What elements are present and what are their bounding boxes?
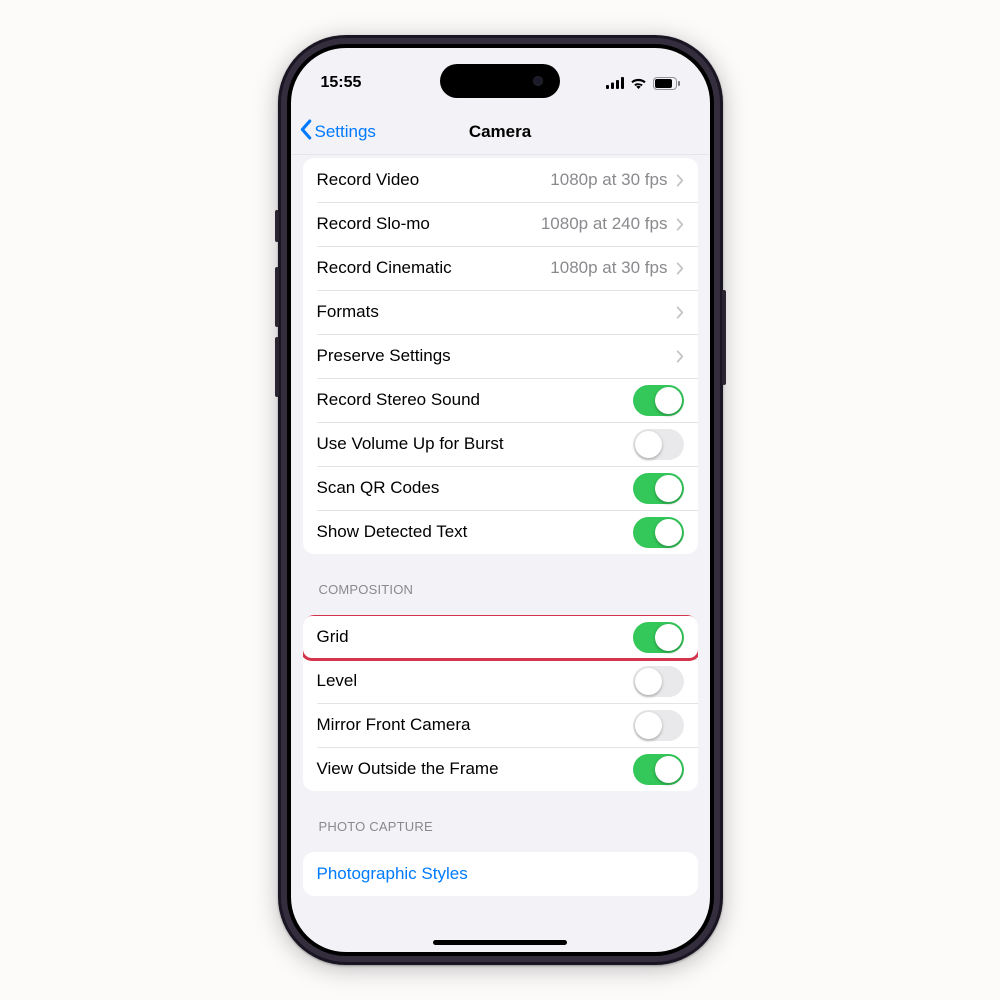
row-label: Use Volume Up for Burst <box>317 434 633 454</box>
toggle-grid[interactable] <box>633 622 684 653</box>
row-label: Grid <box>317 627 633 647</box>
row-label: Formats <box>317 302 676 322</box>
back-label: Settings <box>315 122 376 142</box>
row-label: View Outside the Frame <box>317 759 633 779</box>
row-label: Record Stereo Sound <box>317 390 633 410</box>
screen: 15:55 <box>291 48 710 952</box>
row-value: 1080p at 30 fps <box>550 258 667 278</box>
row-label: Record Video <box>317 170 551 190</box>
battery-icon <box>653 77 680 90</box>
row-level[interactable]: Level <box>303 659 698 703</box>
row-value: 1080p at 30 fps <box>550 170 667 190</box>
chevron-right-icon <box>676 174 684 187</box>
status-time: 15:55 <box>321 74 362 92</box>
section-header: COMPOSITION <box>319 582 682 597</box>
cellular-icon <box>606 77 624 89</box>
toggle-volume-up-burst[interactable] <box>633 429 684 460</box>
row-record-video[interactable]: Record Video1080p at 30 fps <box>303 158 698 202</box>
chevron-right-icon <box>676 218 684 231</box>
toggle-mirror-front-camera[interactable] <box>633 710 684 741</box>
volume-up-button[interactable] <box>275 267 279 327</box>
volume-down-button[interactable] <box>275 337 279 397</box>
back-button[interactable]: Settings <box>291 119 376 145</box>
settings-group: Record Video1080p at 30 fpsRecord Slo-mo… <box>303 158 698 554</box>
home-indicator[interactable] <box>433 940 567 945</box>
power-button[interactable] <box>722 290 726 385</box>
phone-frame: 15:55 <box>278 35 723 965</box>
row-label: Preserve Settings <box>317 346 676 366</box>
chevron-right-icon <box>676 306 684 319</box>
settings-content[interactable]: Record Video1080p at 30 fpsRecord Slo-mo… <box>291 146 710 952</box>
row-photographic-styles[interactable]: Photographic Styles <box>303 852 698 896</box>
row-grid[interactable]: Grid <box>303 615 698 659</box>
row-mirror-front-camera[interactable]: Mirror Front Camera <box>303 703 698 747</box>
chevron-right-icon <box>676 350 684 363</box>
mute-switch[interactable] <box>275 210 279 242</box>
row-volume-up-burst[interactable]: Use Volume Up for Burst <box>303 422 698 466</box>
chevron-left-icon <box>299 119 312 145</box>
row-record-slomo[interactable]: Record Slo-mo1080p at 240 fps <box>303 202 698 246</box>
settings-group: Grid Level Mirror Front Camera View Outside… <box>303 615 698 791</box>
row-label: Level <box>317 671 633 691</box>
dynamic-island <box>440 64 560 98</box>
toggle-level[interactable] <box>633 666 684 697</box>
row-value: 1080p at 240 fps <box>541 214 668 234</box>
toggle-record-stereo-sound[interactable] <box>633 385 684 416</box>
row-label: Record Slo-mo <box>317 214 541 234</box>
wifi-icon <box>630 77 647 89</box>
settings-group: Photographic Styles <box>303 852 698 896</box>
row-scan-qr-codes[interactable]: Scan QR Codes <box>303 466 698 510</box>
section-header: PHOTO CAPTURE <box>319 819 682 834</box>
row-view-outside-frame[interactable]: View Outside the Frame <box>303 747 698 791</box>
toggle-scan-qr-codes[interactable] <box>633 473 684 504</box>
toggle-view-outside-frame[interactable] <box>633 754 684 785</box>
row-label: Scan QR Codes <box>317 478 633 498</box>
toggle-show-detected-text[interactable] <box>633 517 684 548</box>
row-show-detected-text[interactable]: Show Detected Text <box>303 510 698 554</box>
row-preserve-settings[interactable]: Preserve Settings <box>303 334 698 378</box>
chevron-right-icon <box>676 262 684 275</box>
row-label: Record Cinematic <box>317 258 551 278</box>
row-record-stereo-sound[interactable]: Record Stereo Sound <box>303 378 698 422</box>
row-formats[interactable]: Formats <box>303 290 698 334</box>
row-record-cinematic[interactable]: Record Cinematic1080p at 30 fps <box>303 246 698 290</box>
row-label: Show Detected Text <box>317 522 633 542</box>
row-label: Photographic Styles <box>317 864 468 884</box>
row-label: Mirror Front Camera <box>317 715 633 735</box>
